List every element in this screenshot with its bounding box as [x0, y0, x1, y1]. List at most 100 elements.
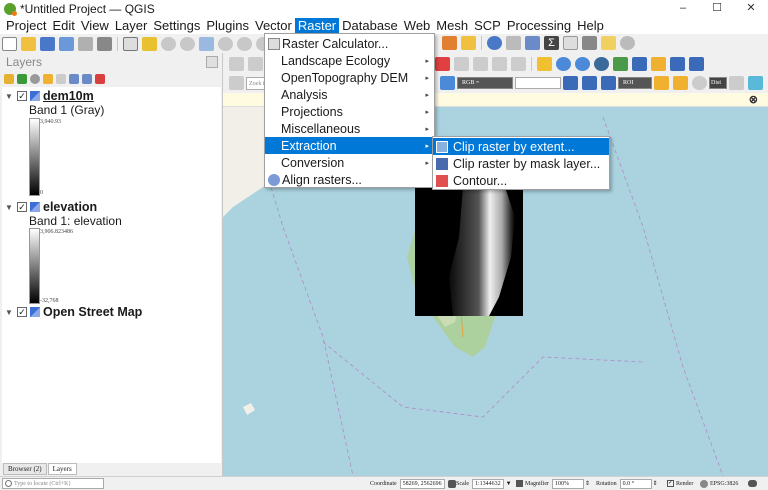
more-tools-icon[interactable] — [620, 36, 635, 50]
settings-gear-icon[interactable] — [525, 36, 540, 50]
add-group-icon[interactable] — [17, 74, 27, 84]
deselect-icon[interactable] — [461, 36, 476, 50]
menu-edit[interactable]: Edit — [49, 18, 77, 34]
close-window-button[interactable]: ✕ — [734, 0, 768, 17]
expand-all-icon[interactable] — [69, 74, 79, 84]
layer-name[interactable]: Open Street Map — [43, 305, 142, 319]
menu-item-clip-raster-by-extent[interactable]: Clip raster by extent... — [433, 138, 609, 155]
dropdown-arrow-icon[interactable]: ▼ — [506, 481, 512, 487]
zoom-tool-icon[interactable] — [575, 57, 590, 71]
locator-input[interactable]: Type to locate (Ctrl+K) — [14, 481, 70, 487]
menu-item-opentopography-dem[interactable]: OpenTopography DEM ▸ — [265, 69, 434, 86]
zoom-out-icon[interactable] — [180, 36, 195, 51]
open-attribute-table-icon[interactable] — [506, 36, 521, 50]
magnifier-field[interactable]: 100% — [552, 478, 584, 489]
rgb-combo[interactable]: RGB = — [457, 77, 513, 89]
identify-icon[interactable] — [487, 36, 502, 50]
layer-style-icon[interactable] — [4, 74, 14, 84]
panel-float-icon[interactable] — [206, 56, 218, 68]
save-as-icon[interactable] — [59, 36, 74, 51]
scp-tool-icon[interactable] — [601, 76, 616, 90]
menu-item-contour[interactable]: Contour... — [433, 172, 609, 189]
scp-tool-icon[interactable] — [654, 76, 669, 90]
menu-item-align-rasters[interactable]: Align rasters... — [265, 171, 434, 188]
save-project-icon[interactable] — [40, 36, 55, 51]
chart-icon[interactable] — [670, 57, 685, 71]
annotation-icon[interactable] — [601, 36, 616, 50]
pdok-icon[interactable] — [229, 76, 244, 90]
layer-visibility-checkbox[interactable]: ✓ — [17, 91, 27, 101]
menu-item-raster-calculator[interactable]: Raster Calculator... — [265, 35, 434, 52]
rotation-field[interactable]: 0.0 ° — [619, 478, 652, 489]
menu-web[interactable]: Web — [401, 18, 434, 34]
plugin-icon[interactable] — [651, 57, 666, 71]
messages-icon[interactable] — [748, 480, 757, 487]
scp-tool-icon[interactable] — [454, 57, 469, 71]
visibility-icon[interactable] — [30, 74, 40, 84]
collapse-all-icon[interactable] — [82, 74, 92, 84]
close-icon[interactable]: ⊗ — [749, 93, 758, 106]
render-checkbox[interactable]: ✓ — [667, 480, 674, 487]
measure-icon[interactable] — [563, 36, 578, 50]
menu-vector[interactable]: Vector — [252, 18, 295, 34]
edit-icon[interactable] — [248, 57, 263, 71]
add-icon[interactable] — [673, 76, 688, 90]
menu-raster[interactable]: Raster — [294, 17, 340, 34]
tab-browser[interactable]: Browser (2) — [3, 463, 47, 475]
zoom-in-icon[interactable] — [161, 36, 176, 51]
style-manager-icon[interactable] — [97, 36, 112, 51]
scale-combo[interactable]: 1:1344632 — [472, 478, 504, 489]
layer-visibility-checkbox[interactable]: ✓ — [17, 307, 27, 317]
locator-bar[interactable]: Type to locate (Ctrl+K) — [2, 478, 104, 489]
print-layout-icon[interactable] — [78, 36, 93, 51]
coordinate-field[interactable]: 58269, 2562696 — [399, 478, 445, 489]
scp-tool-icon[interactable] — [582, 76, 597, 90]
menu-mesh[interactable]: Mesh — [433, 18, 471, 34]
spin-arrows-icon[interactable]: ⇕ — [653, 480, 658, 487]
collapse-arrow-icon[interactable]: ▼ — [4, 92, 14, 101]
menu-view[interactable]: View — [78, 18, 112, 34]
crs-button[interactable]: EPSG:3826 — [710, 481, 738, 487]
map-tips-icon[interactable] — [582, 36, 597, 50]
triangle-icon[interactable] — [537, 57, 552, 71]
statistics-sigma-icon[interactable]: Σ — [544, 36, 559, 50]
layer-visibility-checkbox[interactable]: ✓ — [17, 202, 27, 212]
plugin-icon[interactable] — [632, 57, 647, 71]
menu-item-conversion[interactable]: Conversion ▸ — [265, 154, 434, 171]
lock-icon[interactable] — [516, 480, 523, 487]
pan-to-selection-icon[interactable] — [142, 36, 157, 51]
menu-project[interactable]: Project — [3, 18, 49, 34]
help-icon[interactable] — [689, 57, 704, 71]
layer-open-street-map[interactable]: ▼ ✓ Open Street Map — [4, 305, 142, 319]
tab-layers[interactable]: Layers — [47, 463, 77, 475]
menu-processing[interactable]: Processing — [504, 18, 574, 34]
collapse-arrow-icon[interactable]: ▼ — [4, 308, 14, 317]
digitize-icon[interactable] — [229, 57, 244, 71]
menu-item-landscape-ecology[interactable]: Landscape Ecology ▸ — [265, 52, 434, 69]
filter-legend-icon[interactable] — [56, 74, 66, 84]
rgb-value-combo[interactable] — [515, 77, 561, 89]
open-project-icon[interactable] — [21, 36, 36, 51]
scp-tool-icon[interactable] — [511, 57, 526, 71]
menu-scp[interactable]: SCP — [471, 18, 504, 34]
collapse-arrow-icon[interactable]: ▼ — [4, 203, 14, 212]
refresh-icon[interactable] — [692, 76, 707, 90]
remove-layer-icon[interactable] — [95, 74, 105, 84]
scp-tool-icon[interactable] — [729, 76, 744, 90]
menu-item-clip-raster-by-mask[interactable]: Clip raster by mask layer... — [433, 155, 609, 172]
roi-combo[interactable]: ROI — [618, 77, 652, 89]
menu-database[interactable]: Database — [339, 18, 401, 34]
scp-globe-icon[interactable] — [594, 57, 609, 71]
zoom-layer-icon[interactable] — [237, 36, 252, 51]
scp-tool-icon[interactable] — [473, 57, 488, 71]
menu-help[interactable]: Help — [574, 18, 607, 34]
maximize-button[interactable]: ☐ — [700, 0, 734, 17]
coordinate-toggle-icon[interactable] — [447, 479, 456, 488]
layer-name[interactable]: dem10m — [43, 89, 94, 103]
zoom-full-icon[interactable] — [199, 36, 214, 51]
new-project-icon[interactable] — [2, 36, 17, 51]
dist-field[interactable]: Dist — [709, 77, 727, 89]
layer-dem10m[interactable]: ▼ ✓ dem10m — [4, 89, 94, 103]
menu-settings[interactable]: Settings — [150, 18, 203, 34]
menu-item-miscellaneous[interactable]: Miscellaneous ▸ — [265, 120, 434, 137]
